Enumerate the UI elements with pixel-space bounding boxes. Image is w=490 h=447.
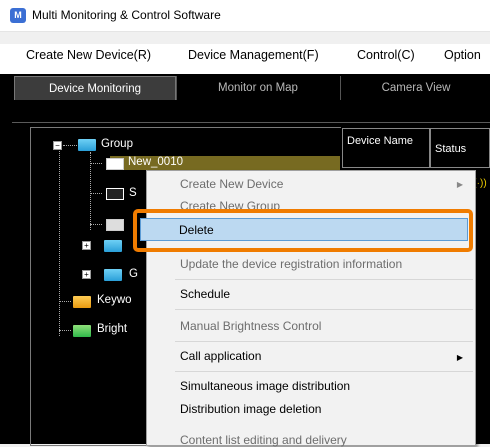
tree-line xyxy=(63,145,77,146)
folder-icon xyxy=(104,269,122,281)
app-icon: M xyxy=(10,8,26,23)
tree-line xyxy=(59,301,71,302)
title-bar: M Multi Monitoring & Control Software xyxy=(0,0,490,32)
menu-item-create-new-group[interactable]: Create New Group xyxy=(180,199,280,209)
tree-line xyxy=(90,224,102,225)
tab-monitor-on-map[interactable]: Monitor on Map xyxy=(176,76,339,100)
menu-item-simultaneous-distribution[interactable]: Simultaneous image distribution xyxy=(180,379,350,393)
tree-line xyxy=(59,148,60,336)
monitor-device-icon xyxy=(106,188,124,200)
panel-divider xyxy=(12,122,490,123)
folder-icon xyxy=(104,240,122,252)
tree-line xyxy=(90,193,102,194)
keyword-folder-icon xyxy=(73,296,91,308)
device-icon xyxy=(106,219,124,231)
menu-device-management[interactable]: Device Management(F) xyxy=(188,48,319,62)
window-title: Multi Monitoring & Control Software xyxy=(32,8,221,22)
menu-item-call-application[interactable]: Call application xyxy=(180,349,261,363)
menu-item-manual-brightness[interactable]: Manual Brightness Control xyxy=(180,319,321,333)
menu-create-new-device[interactable]: Create New Device(R) xyxy=(26,48,151,62)
tree-node-g[interactable]: G xyxy=(129,268,138,280)
tree-node-keyword[interactable]: Keywo xyxy=(97,294,132,306)
tab-camera-view[interactable]: Camera View xyxy=(340,76,490,100)
callout-highlight-frame xyxy=(133,209,473,252)
submenu-arrow-icon: ▶ xyxy=(456,180,463,189)
tab-device-monitoring[interactable]: Device Monitoring xyxy=(14,76,176,101)
collapse-icon[interactable]: − xyxy=(53,141,62,150)
brightness-folder-icon xyxy=(73,325,91,337)
folder-icon xyxy=(78,139,96,151)
camera-device-icon xyxy=(106,158,124,170)
tree-node-bright[interactable]: Bright xyxy=(97,323,127,335)
menu-item-content-list[interactable]: Content list editing and delivery xyxy=(180,433,347,447)
tree-node-s[interactable]: S xyxy=(129,187,137,199)
column-header-status[interactable]: Status xyxy=(430,128,490,168)
menu-item-schedule[interactable]: Schedule xyxy=(180,287,230,301)
menu-separator xyxy=(175,341,473,342)
menu-separator xyxy=(175,309,473,310)
tree-line xyxy=(59,330,71,331)
tree-node-device[interactable]: New_0010 xyxy=(128,156,183,168)
menu-item-update-registration[interactable]: Update the device registration informati… xyxy=(180,257,402,271)
menu-control[interactable]: Control(C) xyxy=(357,48,415,62)
column-header-device-name[interactable]: Device Name xyxy=(342,128,430,168)
menu-item-create-new-device[interactable]: Create New Device xyxy=(180,177,283,191)
menu-separator xyxy=(175,279,473,280)
tree-node-group[interactable]: Group xyxy=(101,138,133,150)
submenu-arrow-icon: ▶ xyxy=(456,353,463,362)
menu-item-distribution-deletion[interactable]: Distribution image deletion xyxy=(180,402,321,416)
menu-option[interactable]: Option xyxy=(444,48,481,62)
menu-bar: Create New Device(R) Device Management(F… xyxy=(0,44,490,68)
menu-separator xyxy=(175,371,473,372)
tab-bar: Device Monitoring Monitor on Map Camera … xyxy=(0,74,490,101)
expand-icon[interactable]: + xyxy=(82,241,91,250)
expand-icon[interactable]: + xyxy=(82,270,91,279)
tree-line xyxy=(90,163,102,164)
